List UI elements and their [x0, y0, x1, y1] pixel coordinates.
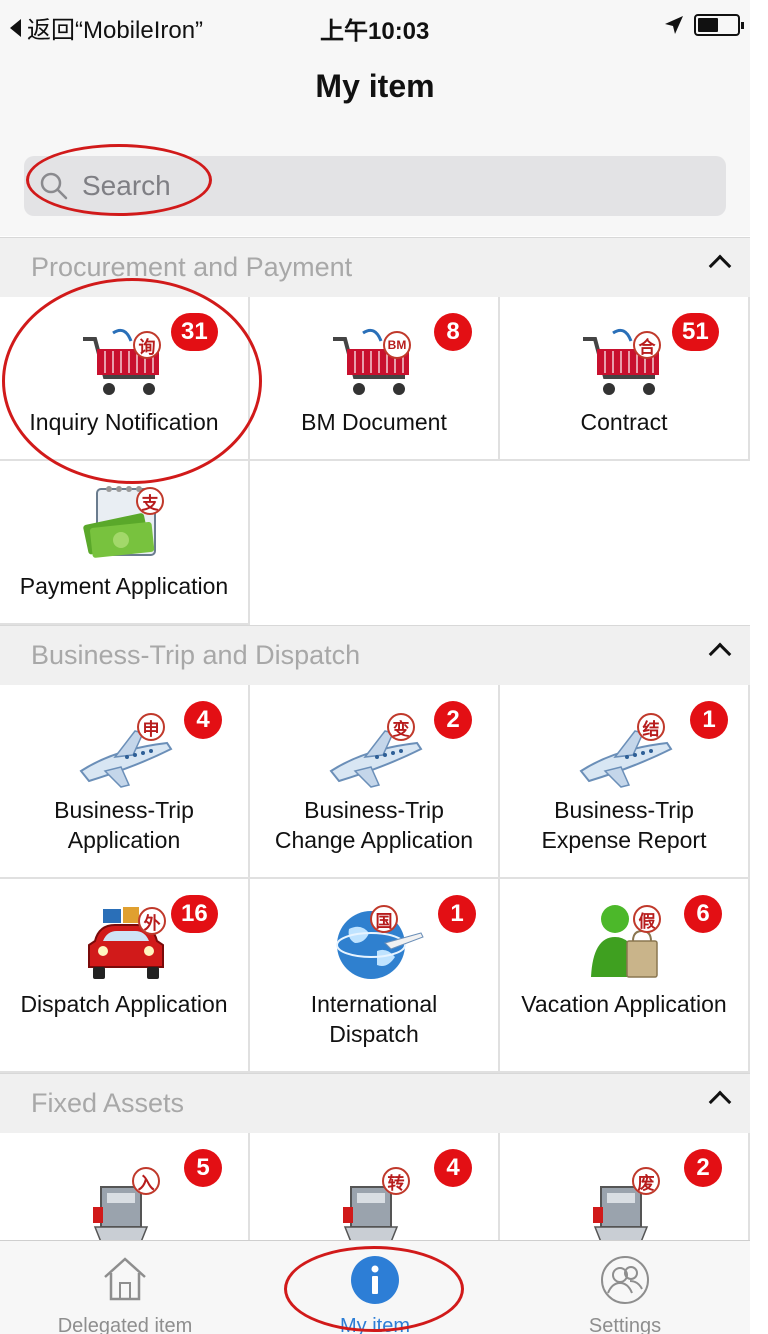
item-asset-transfer[interactable]: 转 4 — [250, 1133, 500, 1253]
item-label-line1: International — [310, 991, 438, 1017]
annotation-circle-search — [26, 144, 212, 216]
category-char: 申 — [137, 713, 165, 741]
status-bar: 返回“MobileIron” 上午10:03 — [0, 0, 750, 50]
item-label-line2: Change Application — [274, 827, 474, 853]
status-indicators — [664, 14, 744, 36]
annotation-circle-my-item-tab — [284, 1246, 464, 1332]
section-header-business-trip[interactable]: Business-Trip and Dispatch — [0, 625, 750, 685]
tab-settings[interactable]: Settings — [500, 1241, 750, 1334]
section-title: Business-Trip and Dispatch — [31, 640, 361, 670]
category-char: 变 — [387, 713, 415, 741]
item-label: BM Document — [301, 409, 447, 435]
category-char: 外 — [138, 907, 166, 935]
item-label: Vacation Application — [521, 991, 727, 1017]
count-badge: 2 — [684, 1149, 722, 1187]
people-icon — [601, 1256, 649, 1304]
back-to-app-button[interactable]: 返回“MobileIron” — [10, 10, 203, 45]
chevron-up-icon[interactable] — [708, 254, 732, 278]
count-badge: 1 — [690, 701, 728, 739]
page-title: My item — [315, 68, 435, 104]
category-char: 入 — [132, 1167, 160, 1195]
section-title: Fixed Assets — [31, 1088, 185, 1118]
home-icon — [104, 1257, 146, 1301]
item-business-trip-expense-report[interactable]: 结 1 Business-Trip Expense Report — [500, 685, 750, 879]
cart-icon — [333, 328, 409, 395]
back-to-app-label: 返回“MobileIron” — [27, 17, 204, 44]
count-badge: 4 — [184, 701, 222, 739]
category-char: 国 — [370, 905, 398, 933]
item-dispatch-application[interactable]: 外 16 Dispatch Application — [0, 879, 250, 1073]
back-arrow-icon — [10, 18, 21, 37]
item-business-trip-change-application[interactable]: 变 2 Business-Trip Change Application — [250, 685, 500, 879]
count-badge: 8 — [434, 313, 472, 351]
count-badge: 16 — [171, 895, 218, 933]
section-header-fixed-assets[interactable]: Fixed Assets — [0, 1073, 750, 1133]
category-char: 支 — [136, 487, 164, 515]
location-arrow-icon — [665, 16, 683, 34]
tab-label: Settings — [588, 1315, 662, 1334]
category-char: BM — [383, 331, 411, 359]
nav-bar: My item — [0, 50, 750, 130]
count-badge: 5 — [184, 1149, 222, 1187]
section-title: Procurement and Payment — [31, 252, 353, 282]
item-payment-application[interactable]: 支 Payment Application — [0, 461, 250, 625]
item-label-line2: Dispatch — [329, 1021, 419, 1047]
category-char: 合 — [633, 331, 661, 359]
chevron-up-icon[interactable] — [708, 642, 732, 666]
item-label-line2: Application — [67, 827, 181, 853]
count-badge: 4 — [434, 1149, 472, 1187]
item-label-line1: Business-Trip — [54, 797, 194, 823]
item-label: Dispatch Application — [20, 991, 228, 1017]
annotation-circle-inquiry — [2, 278, 262, 484]
count-badge: 6 — [684, 895, 722, 933]
battery-icon — [694, 14, 744, 36]
item-business-trip-application[interactable]: 申 4 Business-Trip Application — [0, 685, 250, 879]
item-asset-scrap[interactable]: 废 2 — [500, 1133, 750, 1253]
item-label-line2: Expense Report — [541, 827, 707, 853]
item-label: Payment Application — [19, 573, 229, 599]
count-badge: 51 — [672, 313, 719, 351]
item-international-dispatch[interactable]: 国 1 International Dispatch — [250, 879, 500, 1073]
item-contract[interactable]: 合 51 Contract — [500, 297, 750, 461]
category-char: 转 — [382, 1167, 410, 1195]
item-label-line1: Business-Trip — [304, 797, 444, 823]
category-char: 废 — [632, 1167, 660, 1195]
tab-delegated-item[interactable]: Delegated item — [0, 1241, 250, 1334]
count-badge: 1 — [438, 895, 476, 933]
item-label-line1: Business-Trip — [554, 797, 694, 823]
item-bm-document[interactable]: BM 8 BM Document — [250, 297, 500, 461]
item-asset-in[interactable]: 入 5 — [0, 1133, 250, 1253]
tab-label: Delegated item — [57, 1315, 193, 1334]
category-char: 假 — [633, 905, 661, 933]
chevron-up-icon[interactable] — [708, 1090, 732, 1114]
cart-icon — [583, 328, 659, 395]
item-vacation-application[interactable]: 假 6 Vacation Application — [500, 879, 750, 1073]
status-time: 上午10:03 — [320, 18, 430, 45]
category-char: 结 — [637, 713, 665, 741]
count-badge: 2 — [434, 701, 472, 739]
item-label: Contract — [580, 409, 668, 435]
